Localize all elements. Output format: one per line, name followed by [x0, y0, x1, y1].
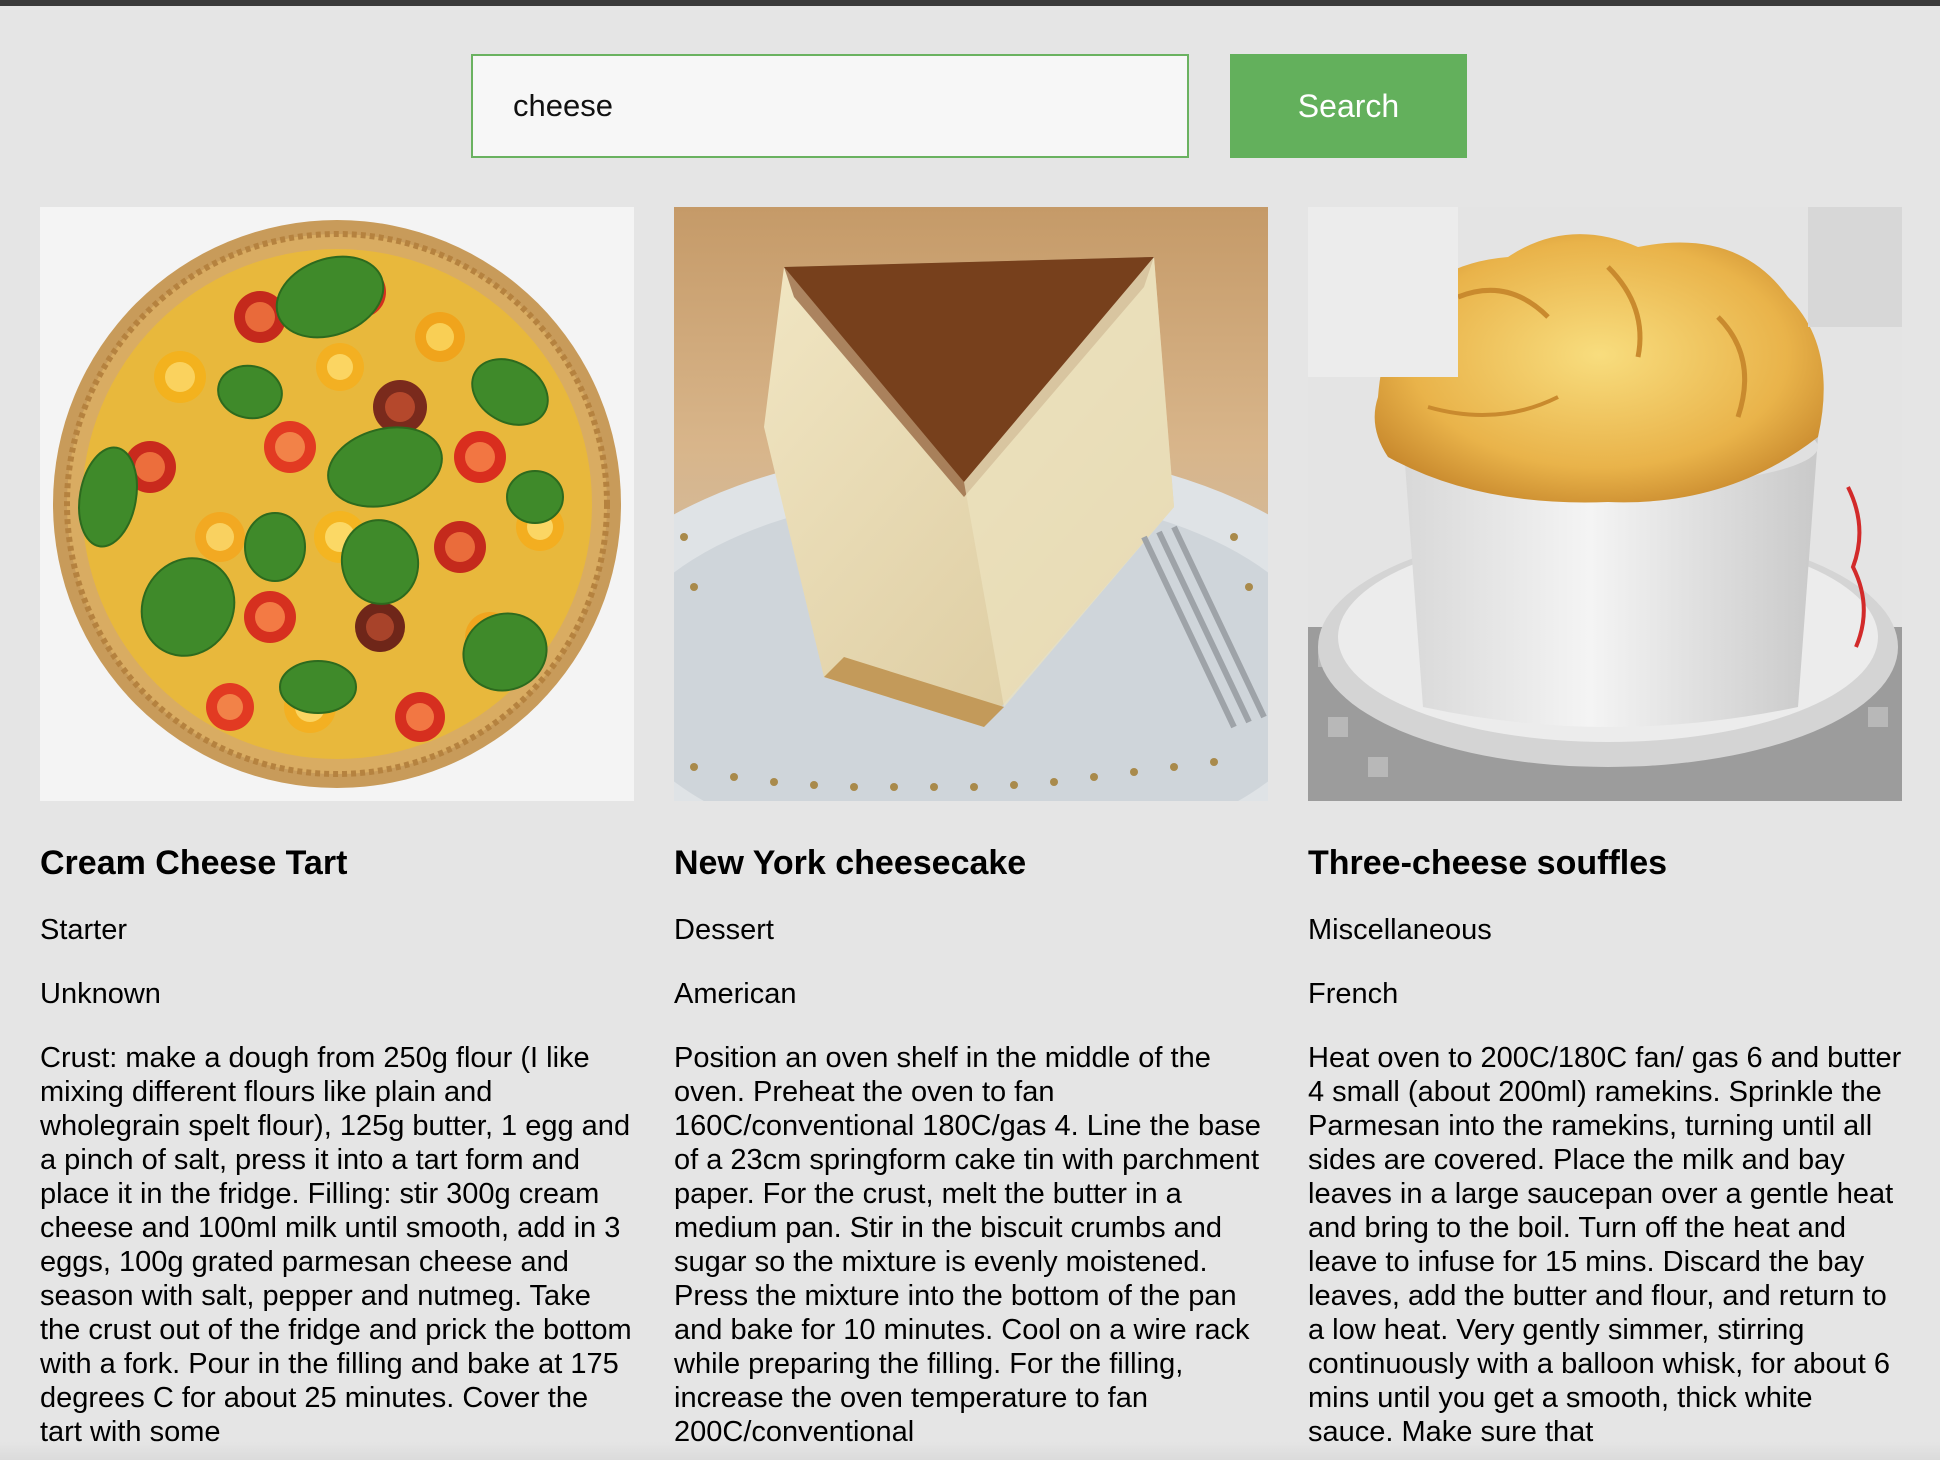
- recipe-title[interactable]: Cream Cheese Tart: [40, 843, 634, 883]
- cheesecake-illustration: [674, 207, 1268, 801]
- search-button[interactable]: Search: [1230, 54, 1467, 158]
- recipe-instructions: Crust: make a dough from 250g flour (I l…: [40, 1042, 632, 1448]
- souffle-illustration: [1308, 207, 1902, 801]
- recipe-area: French: [1308, 978, 1399, 1010]
- recipe-image-souffle[interactable]: [1308, 207, 1902, 801]
- search-input[interactable]: [471, 54, 1189, 158]
- recipe-title[interactable]: Three-cheese souffles: [1308, 843, 1902, 883]
- recipe-card[interactable]: Cream Cheese Tart Starter Unknown Crust:…: [40, 207, 634, 1449]
- recipe-instructions: Heat oven to 200C/180C fan/ gas 6 and bu…: [1308, 1042, 1902, 1448]
- recipe-category: Starter: [40, 914, 128, 946]
- tomato-tart-illustration: [40, 207, 634, 801]
- results-grid: Cream Cheese Tart Starter Unknown Crust:…: [40, 207, 1902, 1449]
- recipe-card[interactable]: Three-cheese souffles Miscellaneous Fren…: [1308, 207, 1902, 1449]
- recipe-title[interactable]: New York cheesecake: [674, 843, 1268, 883]
- recipe-image-tomato-tart[interactable]: [40, 207, 634, 801]
- search-bar: Search: [0, 54, 1940, 158]
- recipe-area: Unknown: [40, 978, 161, 1010]
- recipe-card[interactable]: New York cheesecake Dessert American Pos…: [674, 207, 1268, 1449]
- recipe-category: Dessert: [674, 914, 774, 946]
- window-top-border: [0, 0, 1940, 6]
- recipe-area: American: [674, 978, 797, 1010]
- viewport-bottom-edge: [0, 1442, 1940, 1460]
- recipe-category: Miscellaneous: [1308, 914, 1492, 946]
- recipe-instructions: Position an oven shelf in the middle of …: [674, 1042, 1261, 1448]
- recipe-image-cheesecake[interactable]: [674, 207, 1268, 801]
